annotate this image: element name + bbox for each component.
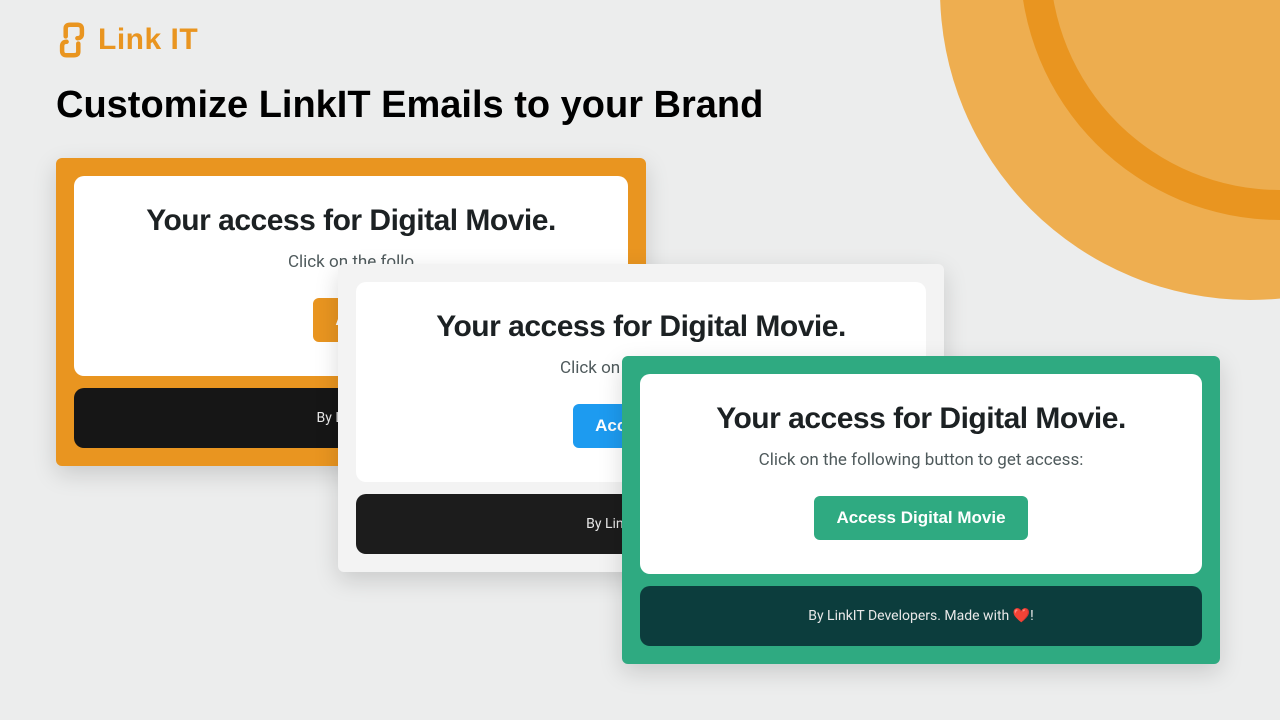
email-heading: Your access for Digital Movie. — [104, 204, 598, 238]
page-title: Customize LinkIT Emails to your Brand — [56, 84, 763, 127]
email-heading: Your access for Digital Movie. — [386, 310, 896, 344]
email-body: Your access for Digital Movie. Click on … — [640, 374, 1202, 574]
email-subtext: Click on the following button to get acc… — [670, 450, 1172, 470]
email-heading: Your access for Digital Movie. — [670, 402, 1172, 436]
brand-name: Link IT — [98, 23, 198, 57]
email-preview-green: Your access for Digital Movie. Click on … — [622, 356, 1220, 664]
access-button[interactable]: Access Digital Movie — [814, 496, 1027, 540]
brand-logo: Link IT — [54, 22, 198, 58]
link-icon — [54, 22, 90, 58]
email-footer: By LinkIT Developers. Made with ❤️! — [640, 586, 1202, 646]
